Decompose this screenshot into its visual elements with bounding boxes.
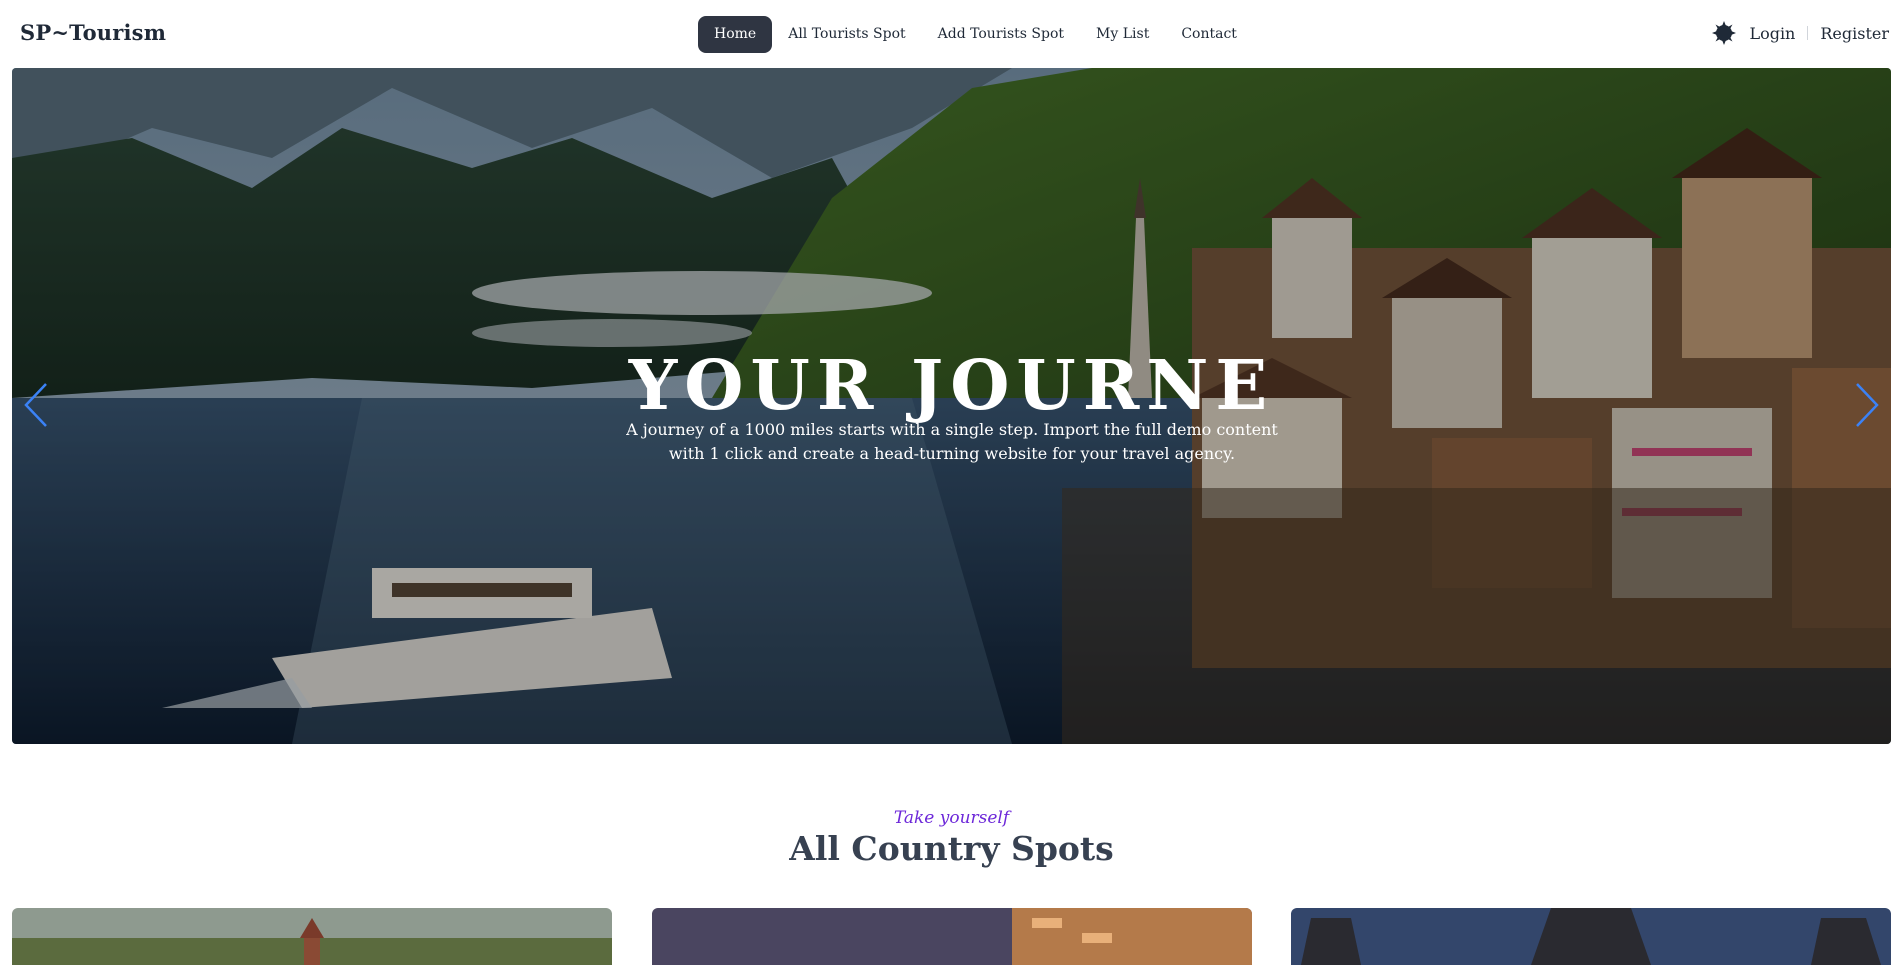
nav-contact[interactable]: Contact [1165,16,1253,53]
theme-toggle-icon[interactable] [1711,20,1737,46]
carousel-next-icon[interactable] [1853,380,1881,430]
brand-logo[interactable]: SP~Tourism [20,20,166,45]
hero-title: YOUR JOURNE [628,346,1275,426]
country-card-image[interactable] [1291,908,1891,965]
register-link[interactable]: Register [1820,24,1889,43]
navbar: SP~Tourism Home All Tourists Spot Add To… [0,0,1903,68]
carousel-prev-icon[interactable] [22,380,50,430]
nav-home[interactable]: Home [698,16,773,53]
main-nav: Home All Tourists Spot Add Tourists Spot… [698,16,1253,53]
login-link[interactable]: Login [1749,24,1795,43]
country-card-image[interactable] [652,908,1252,965]
auth-divider [1807,26,1809,40]
nav-actions: Login Register [1711,20,1889,46]
nav-all-tourists-spot[interactable]: All Tourists Spot [772,16,921,53]
section-kicker: Take yourself [893,808,1010,828]
nav-my-list[interactable]: My List [1080,16,1165,53]
section-title: All Country Spots [789,829,1114,868]
country-card-image[interactable] [12,908,612,965]
nav-add-tourists-spot[interactable]: Add Tourists Spot [922,16,1080,53]
hero-subtitle: A journey of a 1000 miles starts with a … [626,420,1278,463]
hero-carousel: YOUR JOURNE A journey of a 1000 miles st… [12,68,1891,744]
